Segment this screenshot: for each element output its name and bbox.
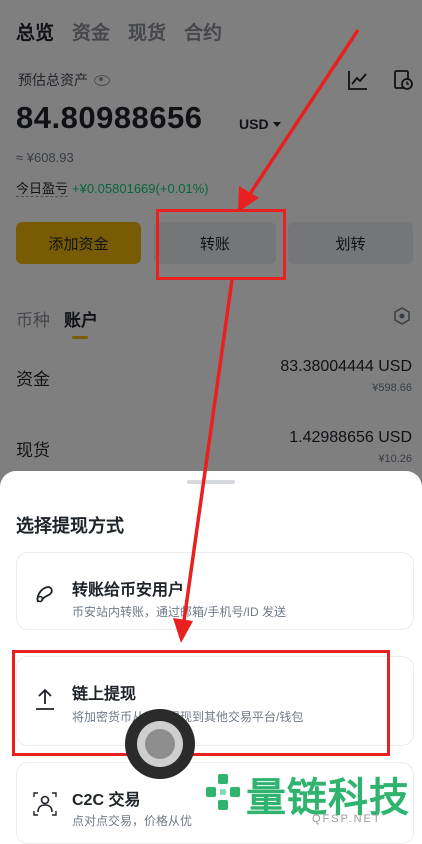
arrow-to-transfer: [244, 29, 360, 201]
arrowhead-transfer: [238, 186, 259, 212]
annotation-arrows: [173, 29, 360, 643]
watermark-logo-icon: [206, 774, 240, 810]
arrowhead-onchain: [173, 618, 193, 643]
arrow-to-onchain: [181, 279, 234, 629]
assistive-touch-button[interactable]: [125, 709, 195, 779]
watermark-url: QFSP.NET: [312, 813, 382, 825]
